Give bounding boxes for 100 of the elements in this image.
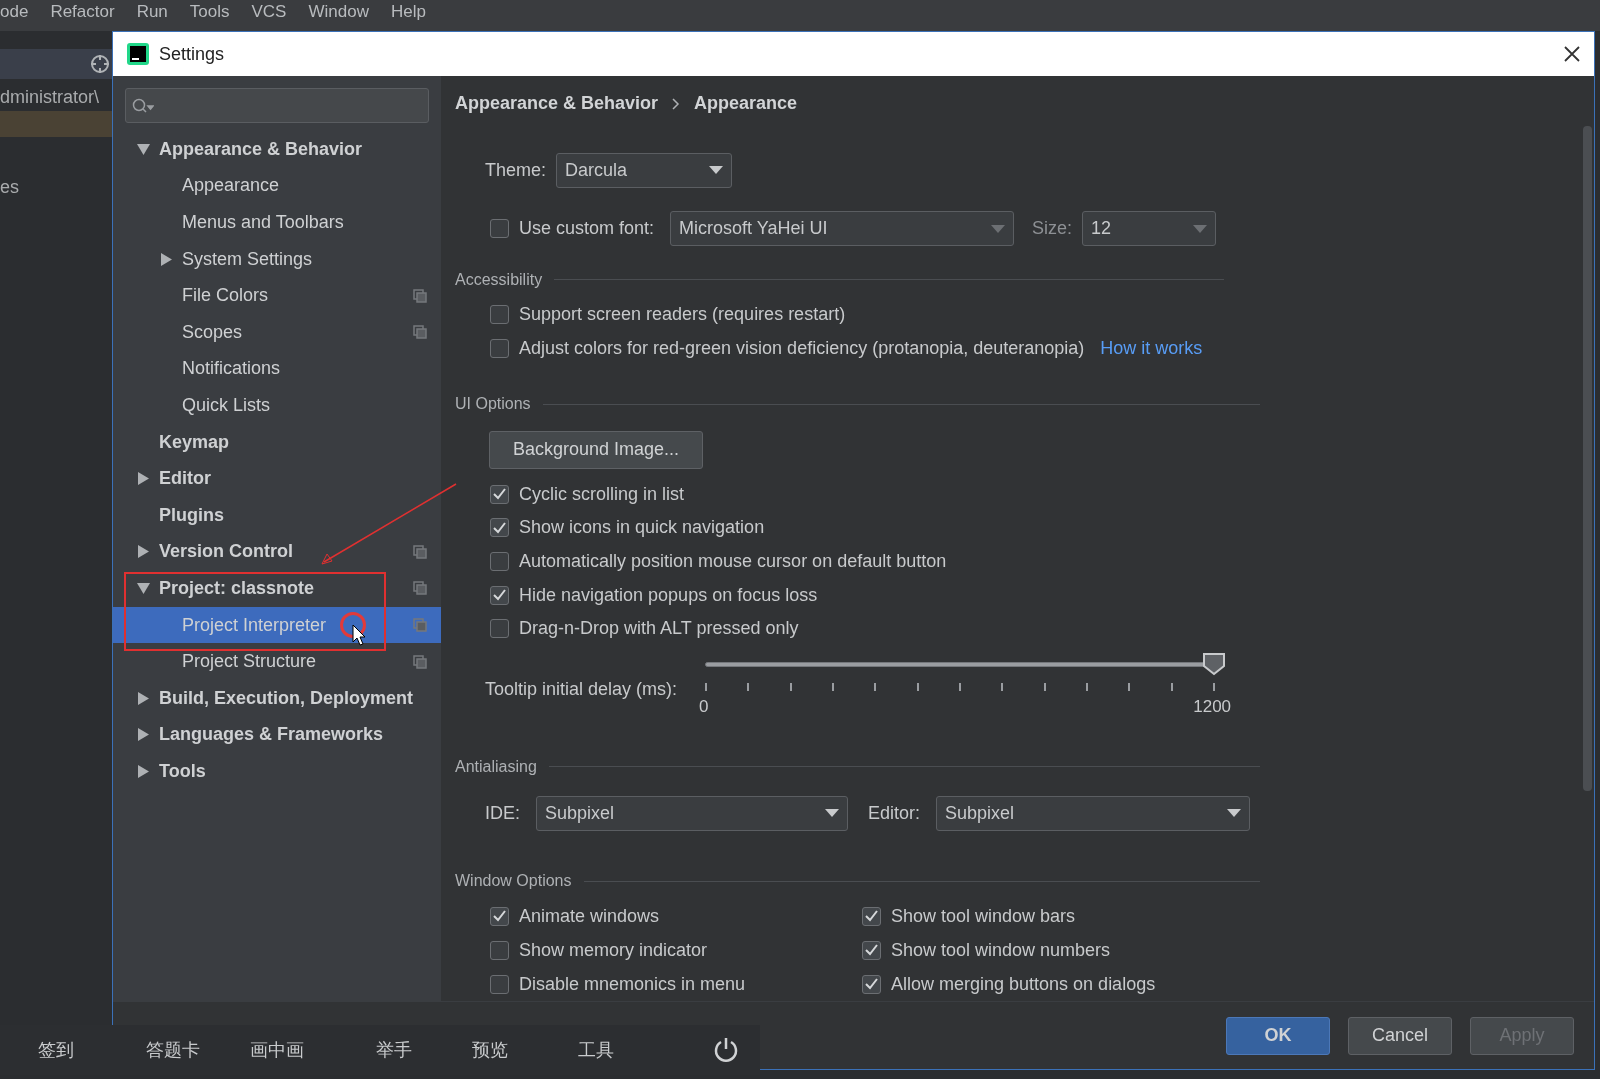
slider-label: Tooltip initial delay (ms): [485,679,678,702]
panel-text: es [0,177,20,198]
cursor-icon [352,624,366,646]
tree-item[interactable]: Project: classnote [113,570,441,607]
section-title: UI Options [455,395,531,414]
toolbar-button[interactable]: 预览 [472,1038,508,1062]
option-label: Show memory indicator [519,939,708,961]
ide-dropdown[interactable]: Subpixel [536,795,848,831]
collapsed-arrow-icon[interactable] [160,252,173,266]
toolbar-button[interactable]: 签到 [38,1038,74,1062]
tree-item[interactable]: Menus and Toolbars [113,204,441,241]
path-text: dministrator\ [0,87,101,109]
toolbar-button[interactable]: 举手 [376,1038,412,1062]
theme-dropdown[interactable]: Darcula [556,152,733,188]
background-image-button[interactable]: Background Image... [489,430,703,469]
caret-icon [709,166,724,175]
tree-item[interactable]: System Settings [113,240,441,278]
checkbox[interactable] [490,585,509,605]
tree-item[interactable]: Plugins [113,496,441,534]
caret-icon [991,224,1006,233]
tree-item[interactable]: Appearance & Behavior [113,131,441,168]
toolbar-button[interactable]: 答题卡 [146,1038,200,1062]
collapsed-arrow-icon[interactable] [137,545,150,559]
tree-item[interactable]: Notifications [113,350,441,388]
menu-item[interactable]: Refactor [50,2,115,22]
checkbox[interactable] [862,940,881,960]
caret-icon [1227,809,1242,818]
expanded-arrow-icon[interactable] [137,142,150,156]
checkbox[interactable] [490,305,509,325]
tree-item[interactable]: Appearance [113,167,441,205]
tree-item[interactable]: File Colors [113,277,441,314]
checkbox[interactable] [490,974,509,994]
slider-thumb[interactable] [1202,651,1227,676]
power-icon[interactable] [712,1036,740,1064]
click-dot [340,612,366,638]
size-label: Size: [1032,218,1073,240]
search-icon [132,97,154,114]
checkbox[interactable] [490,338,509,358]
window-title: Settings [159,43,225,65]
option-label: Show tool window numbers [891,939,1111,961]
caret-icon [825,809,839,818]
checkbox[interactable] [490,219,509,239]
breadcrumb-item: Appearance [694,93,798,115]
size-dropdown[interactable]: 12 [1082,211,1217,247]
tree-item[interactable]: Project Structure [113,643,441,680]
ide-label: IDE: [485,802,520,824]
option-label: Cyclic scrolling in list [519,483,685,505]
checkbox[interactable] [490,940,509,960]
close-icon[interactable] [1564,46,1580,62]
breadcrumb-item: Appearance & Behavior [455,93,659,115]
chevron-icon [672,97,681,110]
option-label: Animate windows [519,905,660,927]
tree-item[interactable]: Editor [113,460,441,497]
tree-item[interactable]: Keymap [113,423,441,461]
how-it-works-link[interactable]: How it works [1100,337,1203,359]
checkbox[interactable] [490,518,509,538]
option-label: Show tool window bars [891,905,1076,927]
menu-item[interactable]: Tools [189,2,230,22]
tick-label: 1200 [1193,697,1232,718]
dialog-button[interactable]: OK [1226,1016,1330,1055]
option-label: Disable mnemonics in menu [519,973,746,995]
option-label: Allow merging buttons on dialogs [891,973,1156,995]
menu-item[interactable]: Window [308,2,369,22]
checkbox[interactable] [490,551,509,571]
search-field[interactable] [125,88,429,123]
option-label: Drag-n-Drop with ALT pressed only [519,618,799,640]
font-dropdown[interactable]: Microsoft YaHei UI [670,211,1015,247]
crosshair-icon[interactable] [90,54,110,74]
expanded-arrow-icon[interactable] [137,581,150,595]
checkbox[interactable] [490,484,509,504]
checkbox[interactable] [490,906,509,926]
menu-item[interactable]: Run [136,2,168,22]
scrollbar[interactable] [1583,126,1592,791]
option-label: Use custom font: [519,218,655,240]
section-title: Accessibility [455,271,543,289]
tree-item[interactable]: Quick Lists [113,387,441,424]
tree-item[interactable]: Tools [113,753,441,790]
checkbox[interactable] [490,619,509,639]
menu-item[interactable]: Help [390,2,426,22]
tree-item[interactable]: Build, Execution, Deployment [113,679,441,717]
option-label: Hide navigation popups on focus loss [519,584,818,606]
checkbox[interactable] [862,974,881,994]
tree-item[interactable]: Scopes [113,313,441,351]
collapsed-arrow-icon[interactable] [137,472,150,486]
section-title: Antialiasing [455,757,537,776]
menu-item[interactable]: ode [0,2,29,22]
section-title: Window Options [455,872,572,891]
dialog-button[interactable]: Cancel [1348,1016,1452,1055]
tree-item[interactable]: Languages & Frameworks [113,716,441,754]
collapsed-arrow-icon[interactable] [137,764,150,778]
editor-dropdown[interactable]: Subpixel [936,795,1251,831]
editor-label: Editor: [868,802,921,824]
tree-item[interactable]: Version Control [113,533,441,571]
checkbox[interactable] [862,906,881,926]
toolbar-button[interactable]: 工具 [578,1038,614,1062]
collapsed-arrow-icon[interactable] [137,728,150,742]
collapsed-arrow-icon[interactable] [137,691,150,705]
menu-item[interactable]: VCS [251,2,287,22]
toolbar-button[interactable]: 画中画 [250,1038,304,1062]
option-label: Show icons in quick navigation [519,517,765,539]
